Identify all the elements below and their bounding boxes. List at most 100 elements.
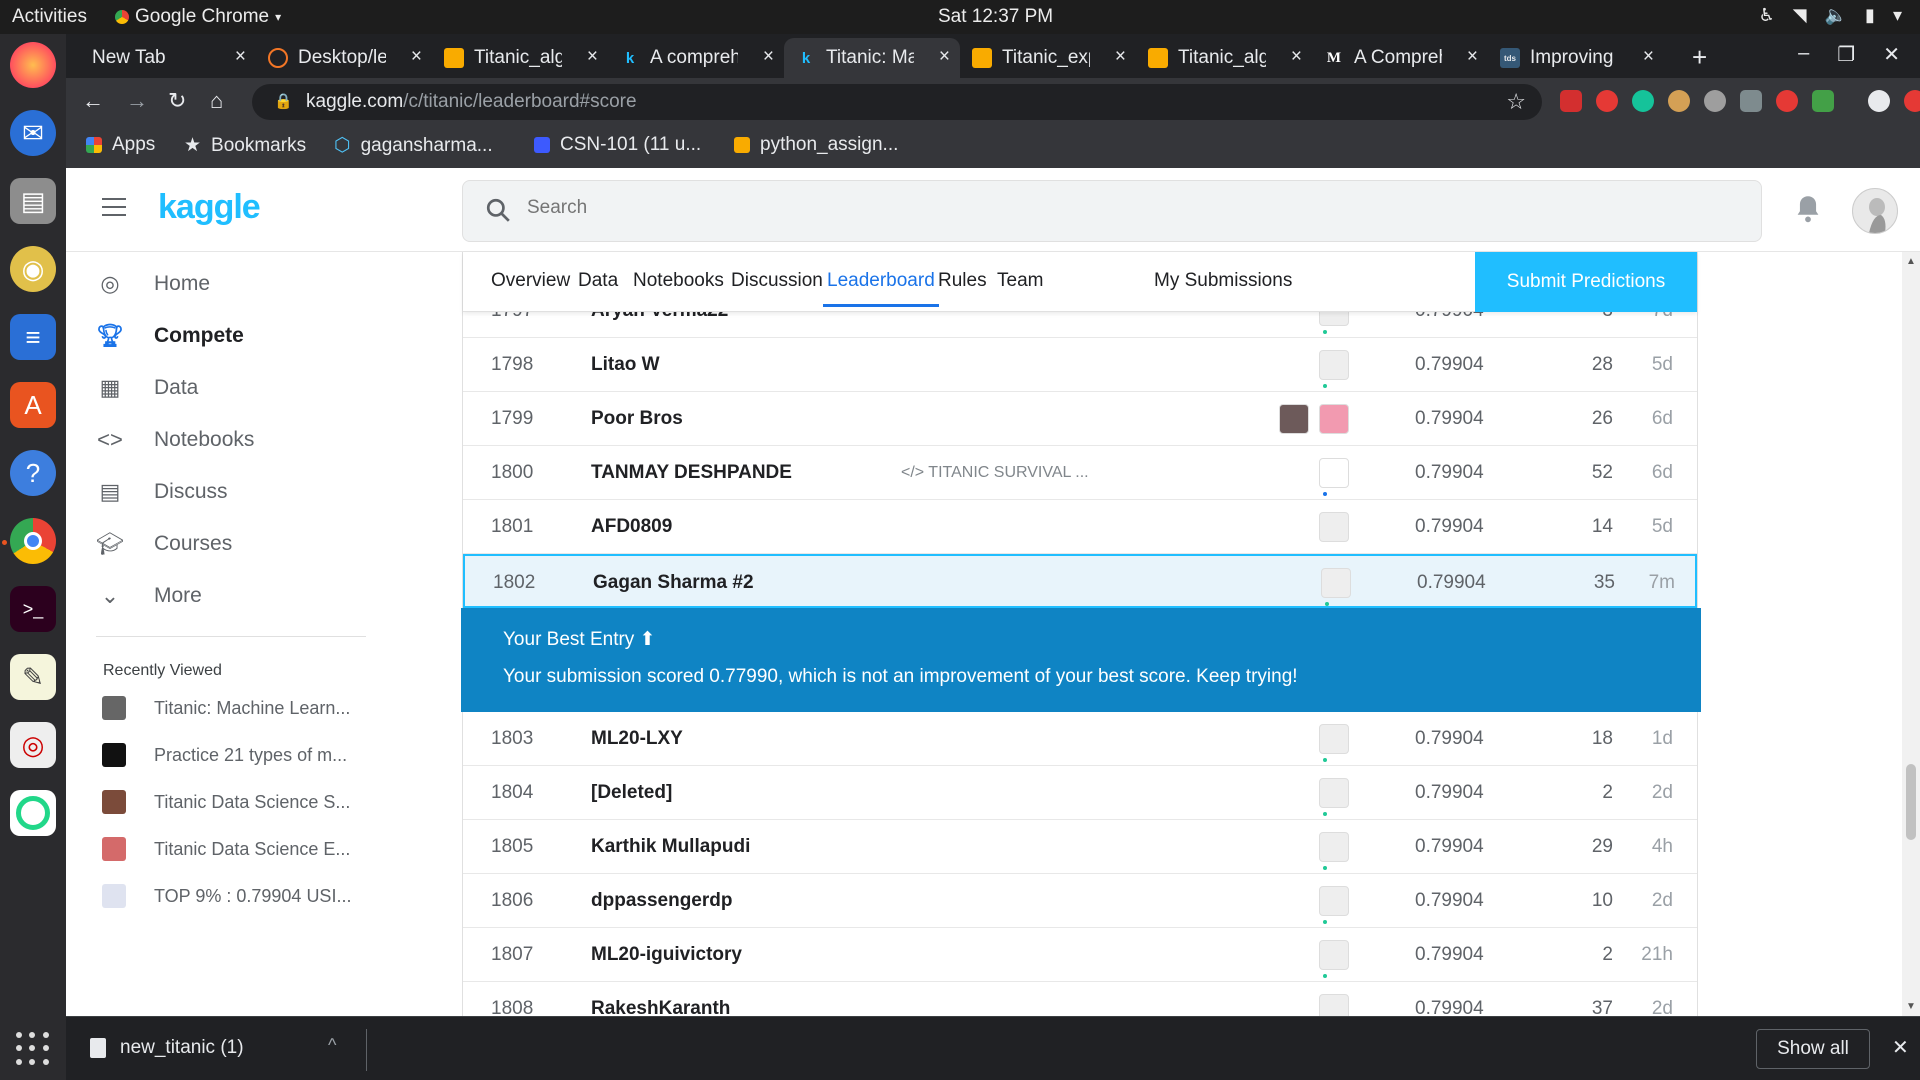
close-icon[interactable]: × [1291, 46, 1302, 68]
notification-bell-icon[interactable] [1794, 194, 1822, 224]
bookmark-csn101[interactable]: CSN-101 (11 u... [534, 134, 701, 156]
recent-item[interactable]: TOP 9% : 0.79904 USI... [102, 884, 351, 908]
minimize-icon[interactable]: – [1798, 42, 1809, 67]
browser-tab[interactable]: Desktop/le × [256, 38, 432, 78]
battery-icon[interactable]: ▮ [1865, 5, 1875, 26]
close-icon[interactable]: × [411, 46, 422, 68]
forward-icon[interactable]: → [126, 88, 148, 114]
tab-data[interactable]: Data [578, 270, 618, 292]
my-submissions-link[interactable]: My Submissions [1154, 270, 1292, 292]
sidebar-item-home[interactable]: ◎ Home [96, 270, 210, 298]
team-name[interactable]: [Deleted] [591, 782, 672, 804]
writer-icon[interactable]: ≡ [10, 314, 56, 360]
back-icon[interactable]: ← [82, 88, 104, 114]
close-icon[interactable]: × [939, 46, 950, 68]
table-row[interactable]: 1799 Poor Bros 0.79904 26 6d [463, 392, 1697, 446]
team-name[interactable]: ML20-iguivictory [591, 944, 742, 966]
team-name[interactable]: AFD0809 [591, 516, 672, 538]
user-avatar[interactable] [1852, 188, 1898, 234]
close-icon[interactable]: × [763, 46, 774, 68]
image-extension-icon[interactable] [1740, 90, 1762, 112]
tab-discussion[interactable]: Discussion [731, 270, 823, 292]
adblock-plus-icon[interactable] [1596, 90, 1618, 112]
team-name[interactable]: ML20-LXY [591, 728, 683, 750]
grammarly-icon[interactable] [1632, 90, 1654, 112]
team-member-avatar[interactable] [1319, 512, 1349, 542]
sidebar-item-data[interactable]: ▦ Data [96, 374, 199, 402]
close-icon[interactable]: × [1467, 46, 1478, 68]
address-bar[interactable]: 🔒 kaggle.com/c/titanic/leaderboard#score… [252, 84, 1542, 120]
bookmark-gagansharma[interactable]: ⬡ gagansharma... [334, 134, 493, 157]
tab-leaderboard[interactable]: Leaderboard [823, 270, 939, 307]
browser-tab[interactable]: M A Compreh × [1312, 38, 1488, 78]
table-row[interactable]: 1807 ML20-iguivictory 0.79904 2 21h [463, 928, 1697, 982]
team-member-avatar[interactable] [1319, 994, 1349, 1016]
table-row[interactable]: 1803 ML20-LXY 0.79904 18 1d [463, 712, 1697, 766]
browser-tab[interactable]: k A compreh × [608, 38, 784, 78]
team-name[interactable]: Gagan Sharma #2 [593, 572, 754, 594]
team-member-avatar[interactable] [1319, 724, 1349, 754]
team-member-avatar[interactable] [1319, 886, 1349, 916]
search-input[interactable] [527, 197, 1127, 219]
kaggle-logo[interactable]: kaggle [158, 188, 261, 227]
wifi-icon[interactable]: ◥ [1793, 5, 1807, 26]
sidebar-item-discuss[interactable]: ▤ Discuss [96, 478, 228, 506]
browser-tab[interactable]: Titanic_exp × [960, 38, 1136, 78]
maximize-icon[interactable]: ❐ [1837, 42, 1855, 67]
extension-icon[interactable] [1704, 90, 1726, 112]
team-member-avatar[interactable] [1319, 458, 1349, 488]
volume-icon[interactable]: 🔈 [1825, 5, 1847, 26]
close-icon[interactable]: × [235, 46, 246, 68]
browser-tab-active[interactable]: k Titanic: Ma × [784, 38, 960, 78]
download-item[interactable]: new_titanic (1) [90, 1037, 244, 1059]
sidebar-item-courses[interactable]: 🎓︎ Courses [96, 530, 232, 558]
table-row[interactable]: 1808 RakeshKaranth 0.79904 37 2d [463, 982, 1697, 1016]
tab-team[interactable]: Team [997, 270, 1043, 292]
team-member-avatar[interactable] [1321, 568, 1351, 598]
recent-item[interactable]: Titanic: Machine Learn... [102, 696, 350, 720]
show-all-button[interactable]: Show all [1756, 1029, 1870, 1069]
page-scrollbar[interactable]: ▲ ▼ [1902, 252, 1920, 1016]
team-name[interactable]: Poor Bros [591, 408, 683, 430]
tab-rules[interactable]: Rules [938, 270, 987, 292]
browser-tab[interactable]: Titanic_alg × [432, 38, 608, 78]
sidebar-item-notebooks[interactable]: <> Notebooks [96, 426, 254, 454]
chrome-icon[interactable] [10, 518, 56, 564]
scrollbar-thumb[interactable] [1906, 764, 1916, 840]
sidebar-item-compete[interactable]: 🏆︎ Compete [96, 322, 244, 350]
firefox-icon[interactable] [10, 42, 56, 88]
help-icon[interactable]: ? [10, 450, 56, 496]
system-tray[interactable]: ♿ ◥ 🔈 ▮ ▾ [1759, 5, 1902, 26]
close-icon[interactable]: × [1643, 46, 1654, 68]
team-member-avatar[interactable] [1319, 350, 1349, 380]
recent-item[interactable]: Titanic Data Science E... [102, 837, 350, 861]
team-member-avatar[interactable] [1319, 940, 1349, 970]
clock[interactable]: Sat 12:37 PM [938, 6, 1053, 28]
recent-item[interactable]: Practice 21 types of m... [102, 743, 347, 767]
bookmark-apps[interactable]: Apps [86, 134, 155, 156]
chevron-up-icon[interactable]: ^ [328, 1035, 336, 1056]
browser-tab[interactable]: tds Improving × [1488, 38, 1664, 78]
browser-tab[interactable]: Titanic_alg × [1136, 38, 1312, 78]
table-row-current-user[interactable]: 1802 Gagan Sharma #2 0.79904 35 7m [463, 554, 1697, 608]
scroll-down-icon[interactable]: ▼ [1906, 1001, 1916, 1012]
menu-icon[interactable] [102, 198, 126, 222]
close-icon[interactable]: × [1115, 46, 1126, 68]
team-member-avatar[interactable] [1319, 778, 1349, 808]
team-member-avatar[interactable] [1319, 832, 1349, 862]
recent-item[interactable]: Titanic Data Science S... [102, 790, 350, 814]
profile-icon[interactable] [1868, 90, 1890, 112]
table-row[interactable]: 1798 Litao W 0.79904 28 5d [463, 338, 1697, 392]
bookmark-bookmarks[interactable]: ★ Bookmarks [184, 134, 306, 157]
tab-notebooks[interactable]: Notebooks [633, 270, 724, 292]
home-icon[interactable]: ⌂ [210, 88, 223, 114]
screenshot-icon[interactable]: ◎ [10, 722, 56, 768]
show-applications-icon[interactable] [16, 1032, 50, 1066]
close-window-icon[interactable]: ✕ [1883, 42, 1900, 67]
team-name[interactable]: Karthik Mullapudi [591, 836, 750, 858]
table-row[interactable]: 1806 dppassengerdp 0.79904 10 2d [463, 874, 1697, 928]
team-member-avatar[interactable] [1319, 404, 1349, 434]
bookmark-star-icon[interactable]: ☆ [1506, 89, 1526, 115]
accessibility-icon[interactable]: ♿ [1759, 5, 1775, 26]
table-row[interactable]: 1805 Karthik Mullapudi 0.79904 29 4h [463, 820, 1697, 874]
